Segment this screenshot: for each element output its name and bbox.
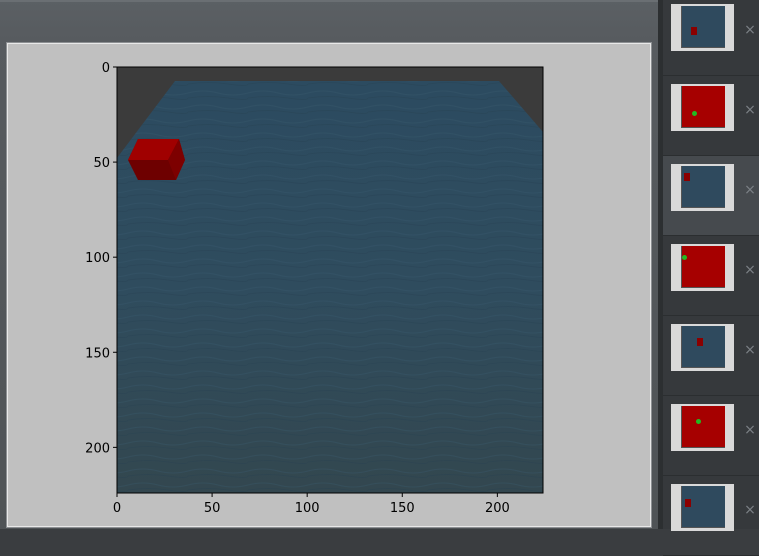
thumbnail-panel: × × × × × × × — [663, 0, 759, 556]
thumbnail-item[interactable]: × — [663, 316, 759, 396]
y-tick-label: 100 — [85, 251, 110, 266]
close-icon[interactable]: × — [743, 180, 757, 200]
thumbnail-item[interactable]: × — [663, 76, 759, 156]
thumbnail-plot-area — [681, 246, 725, 288]
figure-canvas: 0 50 100 150 200 0 50 100 150 200 — [6, 42, 652, 528]
thumbnail-item[interactable]: × — [663, 396, 759, 476]
x-tick-label: 0 — [113, 501, 121, 516]
plot-svg: 0 50 100 150 200 0 50 100 150 200 — [85, 61, 544, 516]
close-icon[interactable]: × — [743, 340, 757, 360]
thumbnail-item[interactable]: × — [663, 236, 759, 316]
thumbnail-item[interactable]: × — [663, 156, 759, 236]
scene-image — [117, 67, 543, 493]
red-cube-marker — [697, 338, 703, 346]
thumbnail-red-mask-image — [671, 244, 734, 291]
close-icon[interactable]: × — [743, 420, 757, 440]
x-tick-label: 50 — [204, 501, 221, 516]
y-tick-label: 200 — [85, 441, 110, 456]
thumbnail-scene-image — [671, 4, 734, 51]
thumbnail-red-mask-image — [671, 404, 734, 451]
thumbnail-plot-area — [681, 406, 725, 448]
close-icon[interactable]: × — [743, 20, 757, 40]
thumbnail-item[interactable]: × — [663, 476, 759, 556]
thumbnail-item[interactable]: × — [663, 0, 759, 76]
red-cube-marker — [684, 173, 690, 181]
red-cube-marker — [691, 27, 697, 35]
y-tick-label: 0 — [102, 61, 110, 76]
thumbnail-plot-area — [681, 486, 725, 528]
main-area: 0 50 100 150 200 0 50 100 150 200 — [0, 0, 658, 529]
thumbnail-plot-area — [681, 86, 725, 128]
y-tick-label: 50 — [93, 156, 110, 171]
table-grain — [117, 81, 543, 493]
green-dot-marker — [696, 419, 701, 424]
thumbnail-scene-image — [671, 324, 734, 371]
x-tick-label: 100 — [295, 501, 320, 516]
x-axis: 0 50 100 150 200 — [113, 493, 510, 516]
x-tick-label: 200 — [485, 501, 510, 516]
green-dot-marker — [682, 255, 687, 260]
thumbnail-scene-image — [671, 484, 734, 531]
x-tick-label: 150 — [390, 501, 415, 516]
red-cube-marker — [685, 499, 691, 507]
thumbnail-red-mask-image — [671, 84, 734, 131]
y-axis: 0 50 100 150 200 — [85, 61, 117, 456]
close-icon[interactable]: × — [743, 260, 757, 280]
close-icon[interactable]: × — [743, 100, 757, 120]
thumbnail-plot-area — [681, 326, 725, 368]
thumbnail-plot-area — [681, 6, 725, 48]
y-tick-label: 150 — [85, 346, 110, 361]
thumbnail-scene-image — [671, 164, 734, 211]
close-icon[interactable]: × — [743, 500, 757, 520]
green-dot-marker — [692, 111, 697, 116]
thumbnail-plot-area — [681, 166, 725, 208]
top-border — [0, 0, 658, 2]
